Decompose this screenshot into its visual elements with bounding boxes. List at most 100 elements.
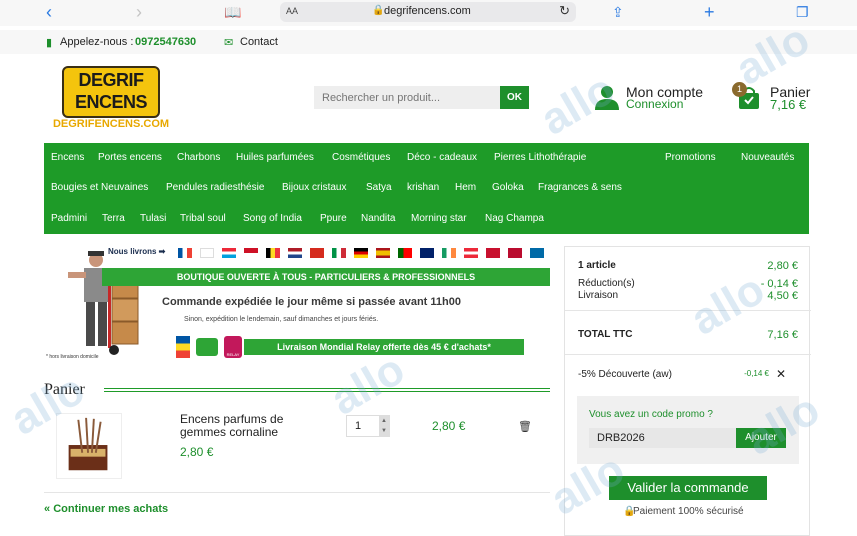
quantity-value[interactable]: 1 — [355, 420, 361, 432]
menu-item[interactable]: Tribal soul — [180, 213, 226, 224]
flag-austria-icon — [464, 248, 478, 258]
user-icon[interactable] — [594, 84, 620, 110]
product-unit-price: 2,80 € — [180, 445, 214, 459]
promo-code-area: Vous avez un code promo ? Ajouter — [577, 396, 799, 464]
search-button[interactable]: OK — [500, 86, 529, 109]
address-bar[interactable]: AA 🔒 degrifencens.com ↻ — [280, 2, 576, 22]
menu-item[interactable]: Padmini — [51, 213, 87, 224]
shipping-banner[interactable]: Nous livrons ➡ BOUTIQUE OUVERTE À TOUS -… — [44, 244, 550, 366]
flag-germany-icon — [354, 248, 368, 258]
validate-order-button[interactable]: Valider la commande — [609, 476, 767, 500]
articles-label: 1 article — [578, 260, 616, 271]
menu-item[interactable]: Goloka — [492, 182, 524, 193]
summary-total-row: TOTAL TTC 7,16 € — [578, 329, 798, 341]
mail-icon: ✉ — [224, 37, 234, 49]
logo-text-line1: DEGRIF — [78, 70, 144, 90]
product-image[interactable] — [56, 413, 122, 479]
site-logo[interactable]: DEGRIF ENCENS DEGRIFENCENS.COM — [52, 66, 170, 132]
text-size-button[interactable]: AA — [286, 6, 298, 16]
menu-item[interactable]: Morning star — [411, 213, 467, 224]
menu-item[interactable]: Nandita — [361, 213, 395, 224]
summary-articles-row: 1 article 2,80 € — [578, 260, 798, 272]
flag-norway-icon — [508, 248, 522, 258]
menu-item[interactable]: Satya — [366, 182, 392, 193]
new-tab-icon[interactable]: + — [704, 2, 715, 22]
menu-item[interactable]: Pendules radiesthésie — [166, 182, 264, 193]
quantity-down-icon[interactable]: ▼ — [379, 426, 389, 436]
product-name[interactable]: Encens parfums de gemmes cornaline — [180, 413, 310, 439]
flag-switzerland-icon — [310, 248, 324, 258]
menu-item[interactable]: Encens — [51, 152, 84, 163]
continue-shopping-label: Continuer mes achats — [53, 503, 169, 515]
livraison-value: 4,50 € — [767, 290, 798, 302]
menu-item[interactable]: Bougies et Neuvaines — [51, 182, 148, 193]
summary-divider — [565, 310, 811, 311]
login-link[interactable]: Connexion — [626, 97, 683, 111]
truck-icon — [196, 338, 218, 356]
quantity-up-icon[interactable]: ▲ — [379, 416, 389, 426]
logo-domain: DEGRIFENCENS.COM — [52, 118, 170, 130]
delivery-man-illustration — [68, 251, 139, 355]
add-promo-button[interactable]: Ajouter — [736, 428, 786, 448]
menu-item[interactable]: Terra — [102, 213, 125, 224]
menu-item[interactable]: krishan — [407, 182, 439, 193]
line-total: 2,80 € — [432, 419, 466, 433]
contact-link[interactable]: Contact — [240, 36, 278, 48]
menu-item[interactable]: Charbons — [177, 152, 220, 163]
articles-value: 2,80 € — [767, 260, 798, 272]
tabs-icon[interactable]: ❐ — [796, 2, 809, 22]
share-icon[interactable]: ⇪ — [612, 2, 624, 22]
summary-divider — [565, 354, 811, 355]
menu-item[interactable]: Portes encens — [98, 152, 162, 163]
banner-shipping-time: Commande expédiée le jour même si passée… — [162, 296, 461, 308]
menu-item[interactable]: Hem — [455, 182, 476, 193]
browser-toolbar: ‹ › 📖 AA 🔒 degrifencens.com ↻ ⇪ + ❐ — [0, 0, 857, 26]
phone-number[interactable]: 0972547630 — [135, 36, 196, 48]
discount-value: -0,14 € — [744, 369, 769, 378]
main-menu: Encens Portes encens Charbons Huiles par… — [44, 143, 809, 234]
flag-spain-icon — [376, 248, 390, 258]
continue-shopping-link[interactable]: « Continuer mes achats — [44, 503, 168, 515]
menu-item[interactable]: Déco - cadeaux — [407, 152, 477, 163]
remove-discount-icon[interactable]: ✕ — [776, 367, 786, 381]
menu-item[interactable]: Cosmétiques — [332, 152, 390, 163]
trash-icon[interactable]: 🗑 — [518, 420, 532, 433]
flag-luxembourg-icon — [222, 248, 236, 258]
back-arrow-icon[interactable]: ‹ — [46, 2, 52, 22]
menu-item[interactable]: Bijoux cristaux — [282, 182, 346, 193]
summary-livraison-row: Livraison 4,50 € — [578, 290, 798, 302]
promo-code-input[interactable] — [589, 428, 736, 448]
menu-item[interactable]: Tulasi — [140, 213, 166, 224]
logo-text-line2: ENCENS — [74, 92, 148, 112]
flag-monaco-icon — [244, 248, 258, 258]
forward-arrow-icon[interactable]: › — [136, 2, 142, 22]
flag-france-icon — [178, 248, 192, 258]
summary-reduction-row: Réduction(s) - 0,14 € — [578, 278, 798, 290]
total-value: 7,16 € — [767, 329, 798, 341]
menu-item[interactable]: Song of India — [243, 213, 302, 224]
reduction-label: Réduction(s) — [578, 278, 635, 289]
menu-item[interactable]: Ppure — [320, 213, 347, 224]
reduction-value: - 0,14 € — [760, 278, 798, 290]
menu-item[interactable]: Fragrances & sens — [538, 182, 622, 193]
menu-item-nouveautes[interactable]: Nouveautés — [741, 152, 794, 163]
bookmarks-icon[interactable]: 📖 — [224, 2, 241, 22]
flag-corsica-icon — [200, 248, 214, 258]
banner-free-shipping: Livraison Mondial Relay offerte dès 45 €… — [244, 339, 524, 355]
menu-item[interactable]: Nag Champa — [485, 213, 544, 224]
phone-label: Appelez-nous : — [60, 36, 134, 48]
mondial-relay-icon: RELAY — [224, 336, 242, 358]
url-text: degrifencens.com — [384, 5, 471, 17]
flag-ireland-icon — [442, 248, 456, 258]
cart-count-badge: 1 — [732, 82, 747, 97]
cart-total[interactable]: 7,16 € — [770, 97, 806, 112]
menu-item-promotions[interactable]: Promotions — [665, 152, 716, 163]
search-input[interactable] — [314, 86, 500, 109]
flag-sweden-icon — [530, 248, 544, 258]
quantity-stepper[interactable]: 1 ▲ ▼ — [346, 415, 390, 437]
menu-item[interactable]: Pierres Lithothérapie — [494, 152, 586, 163]
cart-heading: Panier — [44, 381, 85, 398]
secure-payment-label: Paiement 100% sécurisé — [633, 506, 744, 517]
reload-icon[interactable]: ↻ — [559, 3, 570, 19]
menu-item[interactable]: Huiles parfumées — [236, 152, 314, 163]
